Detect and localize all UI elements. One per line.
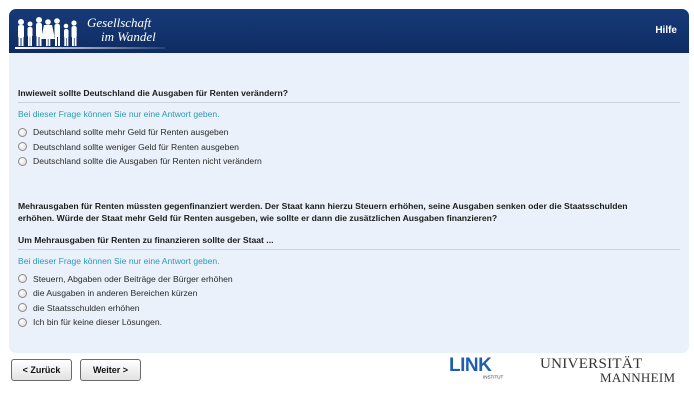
option-more-money[interactable]: Deutschland sollte mehr Geld für Renten …	[18, 125, 680, 140]
option-label: Ich bin für keine dieser Lösungen.	[33, 317, 162, 328]
radio-button[interactable]	[18, 317, 27, 327]
back-button[interactable]: < Zurück	[11, 359, 72, 381]
question-2-title: Um Mehrausgaben für Renten zu finanziere…	[18, 234, 274, 245]
option-no-change[interactable]: Deutschland sollte die Ausgaben für Rent…	[18, 154, 680, 169]
option-label: die Staatsschulden erhöhen	[33, 302, 140, 313]
option-raise-debt[interactable]: die Staatsschulden erhöhen	[18, 301, 680, 316]
radio-button[interactable]	[18, 274, 27, 284]
radio-button[interactable]	[18, 156, 27, 166]
link-institut-logo: LINK INSTITUT	[449, 355, 503, 380]
logo-line-1: Gesellschaft	[87, 15, 152, 30]
university-mannheim-logo: UNIVERSITÄT MANNHEIM	[540, 356, 675, 386]
radio-button[interactable]	[18, 127, 27, 137]
option-label: Deutschland sollte mehr Geld für Renten …	[33, 127, 229, 138]
intro-line-2: erhöhen. Würde der Staat mehr Geld für R…	[18, 213, 498, 223]
option-none[interactable]: Ich bin für keine dieser Lösungen.	[18, 315, 680, 330]
header-bar: Gesellschaft im Wandel Hilfe	[9, 9, 689, 53]
intro-text: Mehrausgaben für Renten müssten gegenfin…	[18, 200, 680, 225]
radio-button[interactable]	[18, 142, 27, 152]
divider	[18, 102, 680, 103]
option-label: Deutschland sollte weniger Geld für Rent…	[33, 141, 239, 152]
question-1-title: Inwieweit sollte Deutschland die Ausgabe…	[18, 88, 288, 98]
option-label: Steuern, Abgaben oder Beiträge der Bürge…	[33, 273, 233, 284]
option-label: die Ausgaben in anderen Bereichen kürzen	[33, 288, 198, 299]
logo-underline	[15, 47, 165, 49]
question-2-options: Steuern, Abgaben oder Beiträge der Bürge…	[18, 272, 680, 330]
brand-logo: Gesellschaft im Wandel	[87, 16, 156, 44]
help-link[interactable]: Hilfe	[655, 25, 677, 36]
link-logo-subtext: INSTITUT	[483, 375, 503, 380]
people-silhouette-icon	[18, 17, 77, 46]
logo-line-2: im Wandel	[101, 29, 156, 44]
survey-content: Inwieweit sollte Deutschland die Ausgabe…	[18, 57, 680, 330]
link-logo-text: LINK	[449, 355, 492, 376]
survey-panel: Gesellschaft im Wandel Hilfe Inwieweit s…	[9, 9, 689, 353]
intro-line-1: Mehrausgaben für Renten müssten gegenfin…	[18, 200, 628, 211]
option-cut-spending[interactable]: die Ausgaben in anderen Bereichen kürzen	[18, 286, 680, 301]
question-1-hint: Bei dieser Frage können Sie nur eine Ant…	[18, 109, 220, 119]
radio-button[interactable]	[18, 288, 27, 298]
option-raise-taxes[interactable]: Steuern, Abgaben oder Beiträge der Bürge…	[18, 272, 680, 287]
divider	[18, 248, 680, 250]
next-button[interactable]: Weiter >	[80, 359, 141, 381]
option-label: Deutschland sollte die Ausgaben für Rent…	[33, 156, 262, 167]
question-2-hint: Bei dieser Frage können Sie nur eine Ant…	[18, 255, 220, 266]
radio-button[interactable]	[18, 303, 27, 313]
option-less-money[interactable]: Deutschland sollte weniger Geld für Rent…	[18, 140, 680, 155]
question-1-options: Deutschland sollte mehr Geld für Renten …	[18, 125, 680, 169]
